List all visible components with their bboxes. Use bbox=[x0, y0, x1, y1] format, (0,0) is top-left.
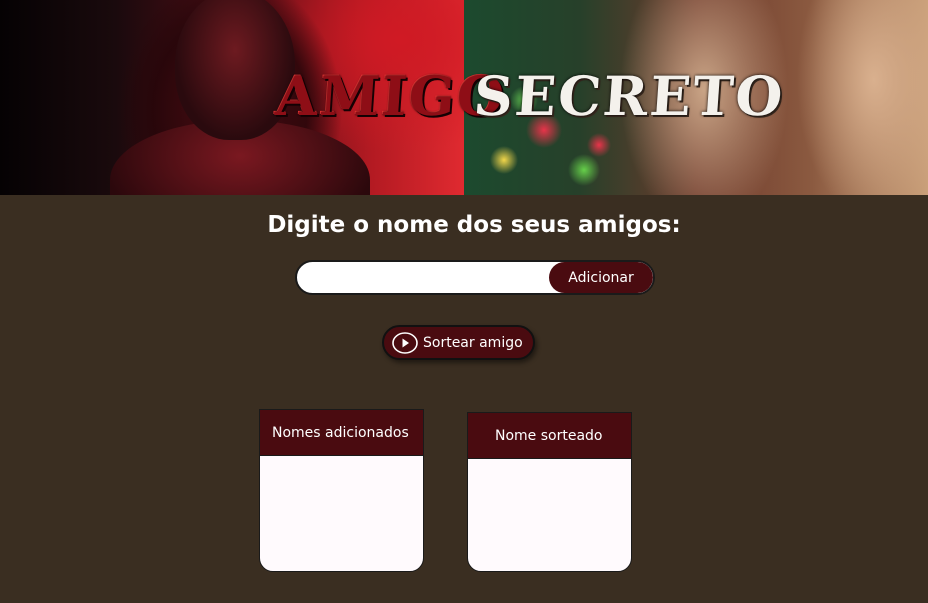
friend-name-input[interactable] bbox=[297, 262, 553, 293]
add-button[interactable]: Adicionar bbox=[549, 262, 653, 293]
play-circle-icon bbox=[392, 331, 418, 354]
drawn-name-list bbox=[468, 459, 631, 475]
added-names-title: Nomes adicionados bbox=[260, 410, 423, 456]
banner-title-secreto: Secreto bbox=[471, 64, 787, 128]
draw-friend-button[interactable]: Sortear amigo bbox=[382, 325, 535, 360]
add-friend-form: Adicionar bbox=[295, 260, 655, 295]
added-names-panel: Nomes adicionados bbox=[259, 409, 424, 572]
drawn-name-title: Nome sorteado bbox=[468, 413, 631, 459]
input-prompt: Digite o nome dos seus amigos: bbox=[267, 212, 681, 238]
draw-button-label: Sortear amigo bbox=[423, 334, 523, 351]
added-names-list bbox=[260, 456, 423, 472]
header-banner: Amigo Secreto bbox=[0, 0, 928, 195]
drawn-name-panel: Nome sorteado bbox=[467, 412, 632, 572]
